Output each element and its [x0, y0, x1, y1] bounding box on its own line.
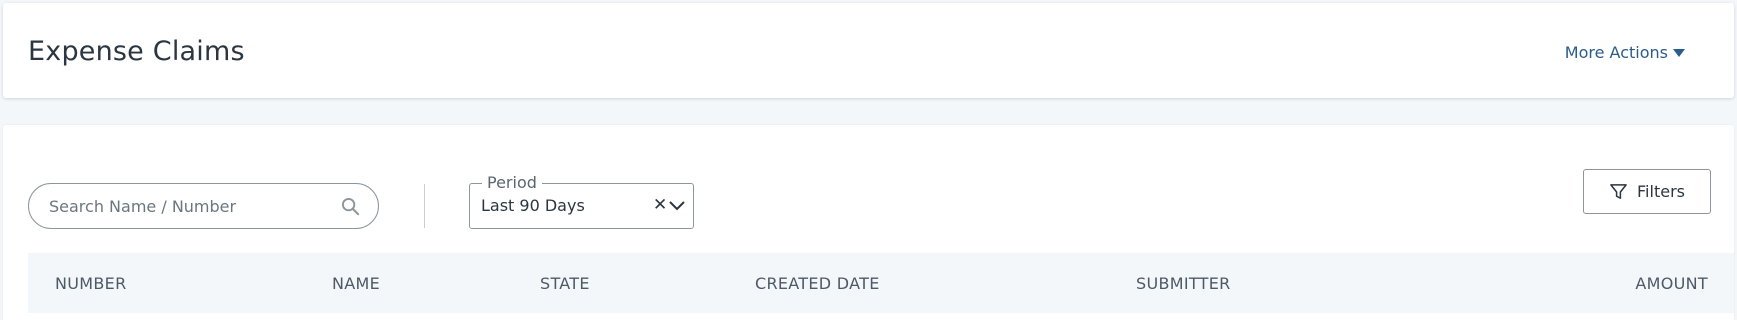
period-select[interactable]: Period Last 90 Days ✕: [469, 173, 694, 229]
search-icon[interactable]: [341, 197, 360, 216]
column-header-submitter[interactable]: SUBMITTER: [1136, 274, 1231, 293]
table-header: NUMBER NAME STATE CREATED DATE SUBMITTER…: [28, 253, 1734, 313]
more-actions-button[interactable]: More Actions: [1565, 43, 1686, 62]
search-box[interactable]: [28, 183, 379, 229]
toolbar-divider: [424, 184, 425, 228]
filters-button[interactable]: Filters: [1583, 169, 1711, 214]
column-header-state[interactable]: STATE: [540, 274, 590, 293]
column-header-name[interactable]: NAME: [332, 274, 380, 293]
column-header-created-date[interactable]: CREATED DATE: [755, 274, 880, 293]
column-header-number[interactable]: NUMBER: [55, 274, 127, 293]
clear-icon[interactable]: ✕: [653, 195, 667, 215]
page-title: Expense Claims: [28, 36, 245, 67]
expense-claims-panel: Period Last 90 Days ✕ Filters NUMBER NAM…: [3, 125, 1734, 320]
column-header-amount[interactable]: AMOUNT: [1635, 274, 1708, 293]
filters-label: Filters: [1637, 182, 1685, 201]
period-value: Last 90 Days: [481, 196, 585, 215]
search-input[interactable]: [49, 196, 341, 216]
period-label: Period: [482, 173, 542, 192]
more-actions-label: More Actions: [1564, 43, 1668, 62]
filter-icon: [1610, 184, 1627, 199]
chevron-down-icon[interactable]: [668, 200, 686, 212]
caret-down-icon: [1673, 48, 1685, 57]
page-header: Expense Claims More Actions: [3, 3, 1734, 98]
